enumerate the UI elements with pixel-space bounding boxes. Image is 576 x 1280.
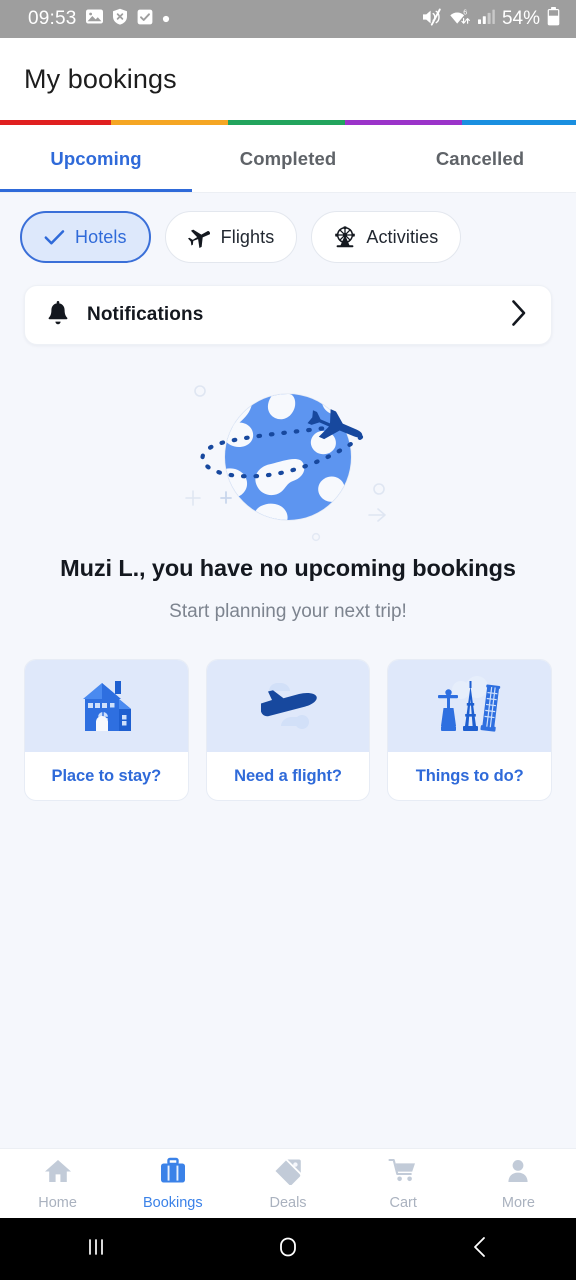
main-content: Hotels Flights Activities Notifications … <box>0 193 576 1148</box>
action-card-need-a-flight-label: Need a flight? <box>234 766 342 785</box>
back-button[interactable] <box>384 1233 576 1266</box>
notifications-row[interactable]: Notifications <box>24 285 552 345</box>
nav-item-more[interactable]: More <box>461 1157 576 1211</box>
tab-upcoming-label: Upcoming <box>50 148 142 169</box>
filter-chip-activities[interactable]: Activities <box>311 211 462 263</box>
action-card-place-to-stay[interactable]: Place to stay? <box>24 659 189 801</box>
tab-cancelled-label: Cancelled <box>435 148 525 169</box>
battery-icon <box>547 7 560 31</box>
nav-item-home[interactable]: Home <box>0 1157 115 1211</box>
check-icon <box>44 229 65 246</box>
recents-button[interactable] <box>0 1234 192 1265</box>
svg-text:6: 6 <box>463 9 467 16</box>
home-icon <box>43 1157 73 1190</box>
tab-cancelled[interactable]: Cancelled <box>384 125 576 193</box>
bell-icon <box>45 301 71 329</box>
filter-chip-flights-label: Flights <box>220 226 275 247</box>
action-card-need-a-flight[interactable]: Need a flight? <box>205 659 371 801</box>
empty-state-illustration <box>0 369 576 549</box>
ferris-wheel-icon <box>334 226 356 248</box>
cart-icon <box>388 1157 418 1190</box>
app-header: My bookings <box>0 38 576 120</box>
filter-chip-activities-label: Activities <box>366 226 439 247</box>
airplane-takeoff-icon <box>261 683 317 729</box>
chevron-right-icon <box>509 298 529 333</box>
nav-item-bookings[interactable]: Bookings <box>115 1157 230 1211</box>
tab-completed-label: Completed <box>239 148 337 169</box>
action-card-place-to-stay-label: Place to stay? <box>51 766 162 785</box>
tag-icon <box>273 1157 303 1190</box>
airplane-icon <box>187 226 211 248</box>
android-navigation-bar <box>0 1218 576 1280</box>
globe-with-airplane-illustration <box>185 385 386 542</box>
nav-item-deals[interactable]: Deals <box>230 1157 345 1211</box>
action-card-things-to-do-label: Things to do? <box>415 766 524 785</box>
person-icon <box>503 1157 533 1190</box>
home-button[interactable] <box>192 1233 384 1266</box>
quick-action-cards: Place to stay? Need a flight? Things to … <box>0 623 576 801</box>
status-bar-clock: 09:53 <box>28 8 77 29</box>
dot-icon <box>162 10 170 28</box>
tab-upcoming[interactable]: Upcoming <box>0 125 192 193</box>
battery-percent-label: 54% <box>501 8 540 29</box>
page-title: My bookings <box>24 63 177 94</box>
empty-state-subtitle: Start planning your next trip! <box>169 601 407 622</box>
action-card-things-to-do-art <box>388 660 552 752</box>
tab-completed[interactable]: Completed <box>192 125 384 193</box>
filter-chip-hotels-label: Hotels <box>75 226 127 247</box>
bottom-navigation: Home Bookings Deals Cart More <box>0 1148 576 1218</box>
signal-icon <box>477 8 495 30</box>
nav-item-deals-label: Deals <box>269 1194 307 1211</box>
notifications-label: Notifications <box>87 304 204 325</box>
filter-chip-hotels[interactable]: Hotels <box>20 211 151 263</box>
nav-item-cart-label: Cart <box>389 1194 417 1211</box>
nav-item-bookings-label: Bookings <box>142 1194 203 1211</box>
house-icon <box>83 681 132 731</box>
image-icon <box>85 8 103 30</box>
shield-x-icon <box>112 8 128 30</box>
briefcase-icon <box>158 1157 188 1190</box>
nav-item-home-label: Home <box>38 1194 77 1211</box>
back-icon <box>467 1233 493 1266</box>
phone-screen: 09:53 6 54% My bookings Upcoming Complet… <box>0 0 576 1280</box>
nav-item-more-label: More <box>501 1194 535 1211</box>
status-bar: 09:53 6 54% <box>0 0 576 38</box>
filter-chip-flights[interactable]: Flights <box>164 211 298 263</box>
mute-icon <box>421 8 441 31</box>
action-card-things-to-do[interactable]: Things to do? <box>387 659 553 801</box>
nav-item-cart[interactable]: Cart <box>346 1157 461 1211</box>
wifi-6-icon: 6 <box>448 8 470 31</box>
action-card-need-a-flight-art <box>206 660 370 752</box>
booking-tabs: Upcoming Completed Cancelled <box>0 125 576 193</box>
home-circle-icon <box>274 1233 302 1266</box>
empty-state-title: Muzi L., you have no upcoming bookings <box>60 555 516 581</box>
checkbox-icon <box>137 9 153 30</box>
landmarks-icon <box>437 676 500 732</box>
filter-chip-row: Hotels Flights Activities <box>0 193 576 263</box>
status-bar-left: 09:53 <box>28 8 170 30</box>
status-bar-right: 6 54% <box>421 7 560 31</box>
action-card-place-to-stay-art <box>25 660 188 752</box>
recents-icon <box>83 1234 109 1265</box>
